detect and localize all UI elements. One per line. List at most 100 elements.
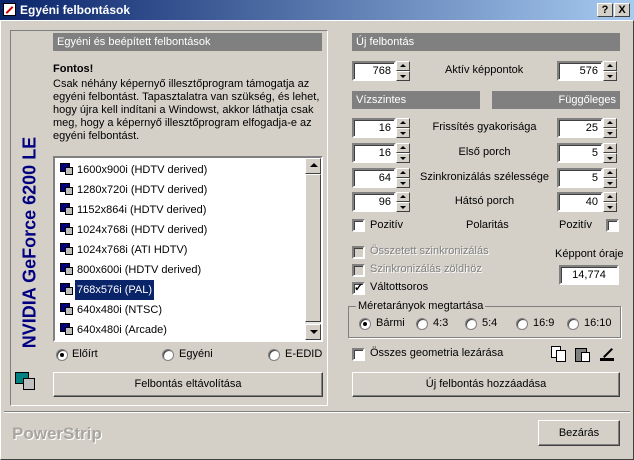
radio-custom-label: Egyéni: [179, 348, 213, 360]
h-timing-input[interactable]: 16: [352, 118, 396, 138]
aspect-radio-label: 16:10: [584, 317, 612, 329]
h-positive-checkbox[interactable]: [352, 219, 365, 232]
monitor-icon: [60, 323, 74, 336]
monitor-icon: [60, 223, 74, 236]
pixel-clock-input[interactable]: 14,774: [559, 265, 619, 285]
h-timing-spinner[interactable]: [396, 168, 410, 188]
aspect-radio[interactable]: [567, 318, 579, 330]
add-resolution-button[interactable]: Új felbontás hozzáadása: [352, 372, 620, 397]
aspect-radio-label: 5:4: [482, 317, 498, 329]
window-title: Egyéni felbontások: [20, 3, 131, 17]
right-header: Új felbontás: [352, 33, 620, 51]
note-title: Fontos!: [53, 63, 94, 75]
radio-custom[interactable]: [162, 349, 174, 361]
v-active-input[interactable]: 576: [557, 61, 603, 81]
radio-preset[interactable]: [56, 349, 68, 361]
list-scrollbar[interactable]: [305, 158, 321, 340]
interlaced-label: Váltottsoros: [370, 281, 429, 293]
scroll-thumb[interactable]: [305, 174, 321, 322]
monitor-icon: [60, 303, 74, 316]
lock-geometry-label: Összes geometria lezárása: [370, 347, 504, 359]
v-timing-input[interactable]: 5: [557, 143, 603, 163]
resolution-list-item[interactable]: 800x600i (HDTV derived): [57, 260, 305, 280]
h-timing-spinner[interactable]: [396, 118, 410, 138]
resolution-list-item[interactable]: 640x480i (NTSC): [57, 300, 305, 320]
lock-geometry-checkbox[interactable]: [352, 348, 365, 361]
active-pixels-label: Aktív képpontok: [445, 64, 524, 76]
h-timing-input[interactable]: 64: [352, 168, 396, 188]
h-timing-input[interactable]: 16: [352, 143, 396, 163]
help-button[interactable]: ?: [597, 3, 613, 17]
title-bar[interactable]: Egyéni felbontások ? X: [0, 0, 634, 20]
horizontal-header: Vízszintes: [352, 91, 480, 109]
v-active-spinner[interactable]: [603, 61, 617, 81]
v-timing-spinner[interactable]: [603, 143, 617, 163]
composite-sync-checkbox[interactable]: [352, 246, 365, 259]
h-timing-input[interactable]: 96: [352, 192, 396, 212]
monitor-icon: [60, 183, 74, 196]
remove-resolution-button[interactable]: Felbontás eltávolítása: [53, 372, 323, 397]
v-timing-spinner[interactable]: [603, 168, 617, 188]
v-timing-input[interactable]: 40: [557, 192, 603, 212]
close-button[interactable]: Bezárás: [538, 420, 620, 446]
monitor-icon: [60, 203, 74, 216]
resolution-list-item-label: 1024x768i (ATI HDTV): [77, 244, 188, 256]
timing-row-label: Első porch: [458, 146, 511, 158]
resolution-list-item-label: 800x600i (HDTV derived): [77, 264, 202, 276]
monitor-icon: [60, 163, 74, 176]
v-timing-input[interactable]: 5: [557, 168, 603, 188]
aspect-radio[interactable]: [465, 318, 477, 330]
monitor-icon: [60, 263, 74, 276]
h-timing-spinner[interactable]: [396, 192, 410, 212]
aspect-radio-label: Bármi: [376, 317, 405, 329]
h-positive-label: Pozitív: [370, 219, 404, 231]
powerstrip-app-icon: [3, 3, 16, 16]
v-timing-spinner[interactable]: [603, 118, 617, 138]
paste-icon[interactable]: [575, 346, 591, 362]
resolution-list-item-label: 768x576i (PAL): [75, 280, 155, 300]
copy-icon[interactable]: [551, 346, 567, 362]
scroll-down-arrow[interactable]: [305, 324, 321, 340]
aspect-ratio-group-label: Méretarányok megtartása: [356, 300, 486, 312]
radio-eedid-label: E-EDID: [285, 348, 323, 360]
resolution-list-item[interactable]: 640x480i (Arcade): [57, 320, 305, 340]
radio-preset-label: Előírt: [72, 348, 98, 360]
close-window-button[interactable]: X: [614, 3, 630, 17]
resolution-list-item[interactable]: 1152x864i (HDTV derived): [57, 200, 305, 220]
monitor-icon: [60, 283, 74, 296]
footer-separator: [4, 411, 630, 413]
resolution-list-item-label: 640x480i (Arcade): [77, 324, 167, 336]
radio-eedid[interactable]: [268, 349, 280, 361]
h-active-input[interactable]: 768: [352, 61, 396, 81]
pixel-clock-label: Képpont óraje: [555, 248, 624, 260]
v-positive-checkbox[interactable]: [606, 219, 619, 232]
monitor-icon: [60, 243, 74, 256]
resolution-list-item[interactable]: 1024x768i (HDTV derived): [57, 220, 305, 240]
resolution-list-item[interactable]: 1024x768i (ATI HDTV): [57, 240, 305, 260]
gpu-vertical-label: NVIDIA GeForce 6200 LE: [14, 120, 40, 372]
resolution-list-item[interactable]: 1600x900i (HDTV derived): [57, 160, 305, 180]
scroll-up-arrow[interactable]: [305, 158, 321, 174]
aspect-radio-label: 16:9: [533, 317, 555, 329]
resolution-list-item[interactable]: 1280x720i (HDTV derived): [57, 180, 305, 200]
edit-icon[interactable]: [599, 346, 615, 362]
aspect-radio[interactable]: [516, 318, 528, 330]
v-timing-input[interactable]: 25: [557, 118, 603, 138]
gpu-name: NVIDIA GeForce 6200 LE: [19, 136, 40, 349]
sync-on-green-checkbox[interactable]: [352, 264, 365, 277]
interlaced-checkbox[interactable]: [352, 281, 365, 295]
h-active-spinner[interactable]: [396, 61, 410, 81]
v-positive-label: Pozitív: [559, 219, 593, 231]
left-header: Egyéni és beépített felbontások: [53, 33, 322, 51]
resolution-list-item[interactable]: 768x576i (PAL): [57, 280, 305, 300]
resolution-list-item-label: 640x480i (NTSC): [77, 304, 162, 316]
timing-row-label: Hátsó porch: [454, 195, 515, 207]
h-timing-spinner[interactable]: [396, 143, 410, 163]
v-timing-spinner[interactable]: [603, 192, 617, 212]
aspect-radio[interactable]: [359, 318, 371, 330]
resolution-listbox[interactable]: 1600x900i (HDTV derived) 1280x720i (HDTV …: [53, 156, 323, 342]
aspect-radio[interactable]: [416, 318, 428, 330]
vertical-header: Függőleges: [492, 91, 620, 109]
resolution-list-item-label: 1152x864i (HDTV derived): [77, 204, 207, 216]
resolution-list-item-label: 1024x768i (HDTV derived): [77, 224, 208, 236]
